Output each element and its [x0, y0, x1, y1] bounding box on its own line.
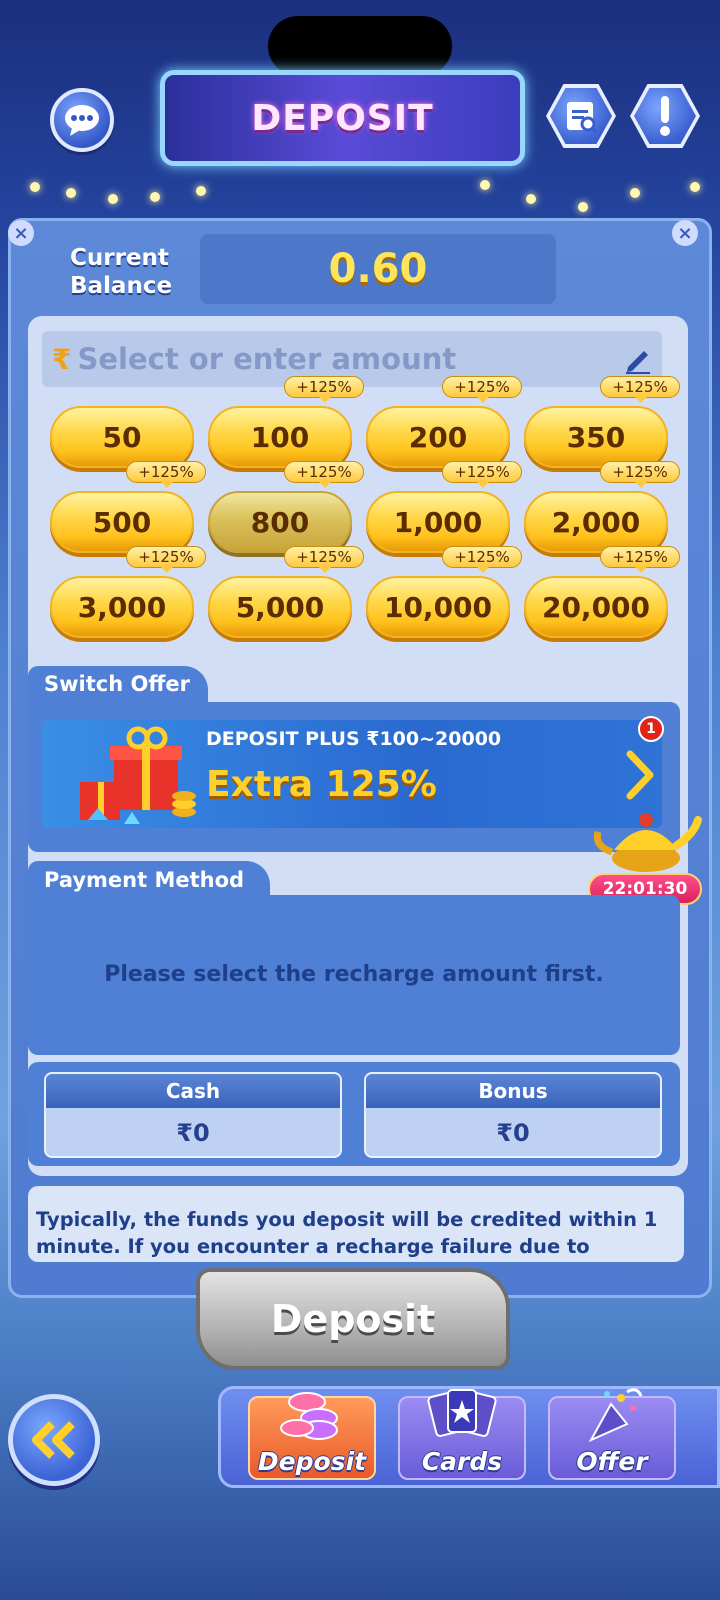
bonus-value: ₹0: [496, 1119, 530, 1147]
payment-method-tab: Payment Method: [28, 861, 271, 899]
balance-display: 0.60: [200, 234, 556, 304]
bonus-percent-tag: +125%: [600, 546, 680, 573]
amount-option-button[interactable]: 800: [208, 491, 352, 553]
corner-close-icon: ×: [672, 220, 698, 246]
amount-option-button[interactable]: 50: [50, 406, 194, 468]
amount-placeholder: Select or enter amount: [77, 342, 457, 376]
notification-badge: 1: [638, 716, 664, 742]
party-popper-icon: [588, 1388, 643, 1443]
amount-option-button[interactable]: 20,000: [524, 576, 668, 638]
cash-card: Cash ₹0: [44, 1072, 342, 1158]
amount-option-button[interactable]: 100: [208, 406, 352, 468]
offer-card[interactable]: DEPOSIT PLUS ₹100~20000 Extra 125%: [42, 720, 662, 828]
corner-close-icon: ×: [8, 220, 34, 246]
chevron-right-icon[interactable]: [624, 750, 656, 800]
bonus-percent-tag: +125%: [126, 461, 206, 488]
bonus-percent-tag: +125%: [442, 461, 522, 488]
support-button[interactable]: [50, 88, 114, 152]
nav-offer[interactable]: Offer: [548, 1388, 676, 1480]
string-lights: [0, 178, 720, 212]
bonus-label: Bonus: [366, 1074, 660, 1108]
cash-label: Cash: [46, 1074, 340, 1108]
records-icon: [567, 102, 598, 134]
rupee-icon: ₹: [52, 342, 72, 376]
camera-notch: [268, 16, 452, 76]
bonus-percent-tag: +125%: [284, 461, 364, 488]
nav-cards[interactable]: Cards: [398, 1389, 526, 1480]
bonus-card: Bonus ₹0: [364, 1072, 662, 1158]
cards-icon: [427, 1389, 497, 1437]
balance-value: 0.60: [328, 246, 428, 292]
nav-cards-label: Cards: [421, 1447, 503, 1476]
bonus-percent-tag: +125%: [600, 461, 680, 488]
nav-deposit[interactable]: Deposit: [248, 1392, 376, 1480]
amount-option-button[interactable]: 5,000: [208, 576, 352, 638]
deposit-info-text[interactable]: Typically, the funds you deposit will be…: [28, 1186, 684, 1262]
offer-extra: Extra 125%: [206, 764, 437, 805]
chips-icon: [280, 1392, 338, 1440]
bonus-percent-tag: +125%: [284, 546, 364, 573]
back-button[interactable]: [8, 1394, 100, 1486]
bonus-percent-tag: +125%: [600, 376, 680, 403]
pencil-icon[interactable]: [622, 343, 654, 375]
magic-lamp-icon[interactable]: [590, 800, 702, 878]
page-title: DEPOSIT: [251, 97, 434, 139]
amount-option-button[interactable]: 350: [524, 406, 668, 468]
cash-value: ₹0: [176, 1119, 210, 1147]
gift-box-icon: [80, 726, 196, 824]
amount-option-button[interactable]: 500: [50, 491, 194, 553]
info-button[interactable]: [630, 84, 700, 148]
amount-option-button[interactable]: 2,000: [524, 491, 668, 553]
bonus-percent-tag: +125%: [442, 546, 522, 573]
title-banner: DEPOSIT: [160, 70, 525, 166]
bonus-percent-tag: +125%: [284, 376, 364, 403]
double-chevron-left-icon: [32, 1421, 75, 1459]
amount-option-button[interactable]: 10,000: [366, 576, 510, 638]
offer-title: DEPOSIT PLUS ₹100~20000: [206, 728, 502, 750]
deposit-button[interactable]: Deposit: [196, 1268, 510, 1370]
payment-message: Please select the recharge amount first.: [104, 962, 604, 987]
balance-label: Current Balance: [70, 245, 173, 299]
switch-offer-tab: Switch Offer: [28, 666, 208, 702]
records-button[interactable]: [546, 84, 616, 148]
amount-option-button[interactable]: 200: [366, 406, 510, 468]
amount-option-button[interactable]: 1,000: [366, 491, 510, 553]
exclamation-icon: [660, 96, 670, 136]
bonus-percent-tag: +125%: [442, 376, 522, 403]
chat-support-icon: [65, 105, 99, 136]
amount-option-button[interactable]: 3,000: [50, 576, 194, 638]
bonus-percent-tag: +125%: [126, 546, 206, 573]
nav-offer-label: Offer: [576, 1447, 648, 1476]
